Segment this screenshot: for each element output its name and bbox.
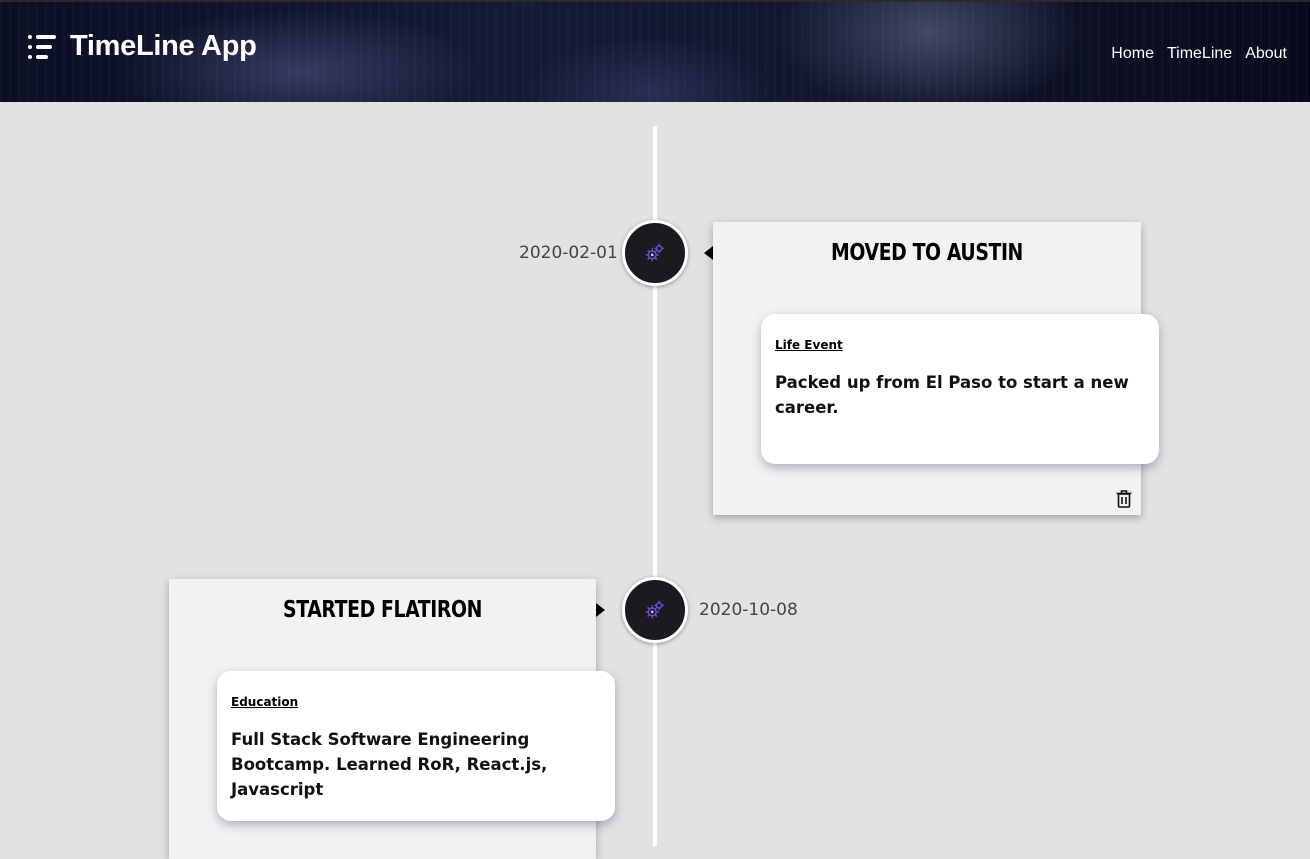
app-title[interactable]: TimeLine App — [70, 30, 257, 63]
event-description: Full Stack Software Engineering Bootcamp… — [231, 730, 548, 799]
nav-about-link[interactable]: About — [1245, 45, 1287, 63]
nav-timeline-link[interactable]: TimeLine — [1167, 45, 1232, 63]
event-title: Moved to Austin — [831, 240, 1023, 266]
timeline-node — [622, 577, 688, 643]
event-title: Started Flatiron — [283, 597, 482, 623]
gears-icon — [645, 243, 664, 262]
event-description: Packed up from El Paso to start a new ca… — [775, 373, 1129, 417]
category-link[interactable]: Education — [231, 695, 298, 709]
app-header: TimeLine App Home TimeLine About — [0, 0, 1310, 102]
timeline-node — [622, 220, 688, 286]
category-link[interactable]: Life Event — [775, 338, 843, 352]
pointer-arrow — [596, 603, 605, 617]
main-nav: Home TimeLine About — [1111, 45, 1287, 63]
event-detail-card: Education Full Stack Software Engineerin… — [217, 671, 615, 821]
trash-icon[interactable] — [1116, 490, 1132, 513]
event-date: 2020-10-08 — [699, 600, 798, 620]
event-date: 2020-02-01 — [519, 243, 618, 263]
pointer-arrow — [704, 246, 713, 260]
nav-home-link[interactable]: Home — [1111, 45, 1154, 63]
list-icon[interactable] — [28, 35, 56, 59]
gears-icon — [645, 600, 664, 619]
event-detail-card: Life Event Packed up from El Paso to sta… — [761, 314, 1159, 464]
